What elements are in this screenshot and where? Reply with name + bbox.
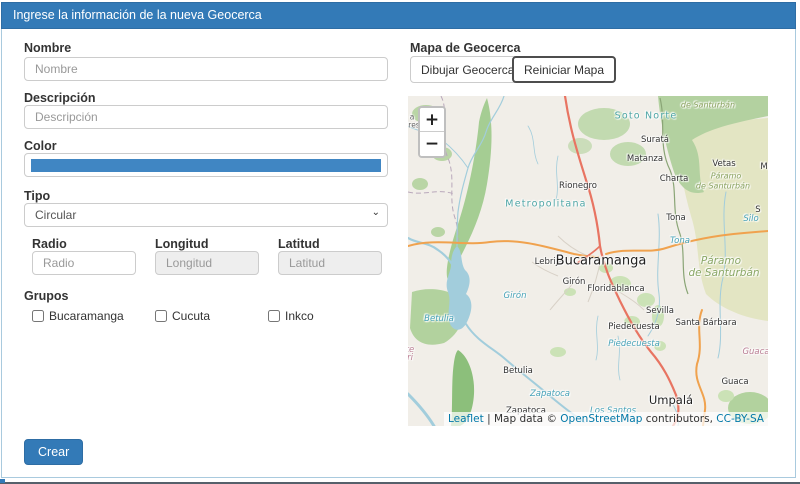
longitud-input	[155, 251, 259, 275]
nombre-input[interactable]	[24, 57, 388, 81]
map-place-label: Betulia	[424, 314, 454, 324]
map-place-label: Charta	[660, 174, 689, 184]
map-place-label: Tona	[666, 213, 686, 223]
reiniciar-mapa-button[interactable]: Reiniciar Mapa	[512, 56, 616, 83]
leaflet-link[interactable]: Leaflet	[448, 413, 484, 425]
map-place-label: de Santurbán	[681, 101, 735, 110]
map-attribution: Leaflet | Map data © OpenStreetMap contr…	[444, 412, 768, 426]
zoom-in-button[interactable]: +	[420, 108, 444, 132]
map-section-title: Mapa de Geocerca	[410, 41, 520, 55]
map-place-label: Rionegro	[559, 181, 597, 191]
map-labels: Soto Nortede SanturbánSuratáMatanzaVetas…	[408, 96, 768, 426]
zoom-out-button[interactable]: −	[420, 132, 444, 156]
leaflet-map[interactable]: Soto Nortede SanturbánSuratáMatanzaVetas…	[408, 96, 768, 426]
map-place-label: Girón	[563, 277, 586, 287]
checkbox-bucaramanga[interactable]: Bucaramanga	[32, 309, 124, 323]
map-place-label: Santa Bárbara	[675, 318, 736, 328]
color-label: Color	[24, 139, 57, 153]
longitud-label: Longitud	[155, 237, 208, 251]
latitud-label: Latitud	[278, 237, 320, 251]
map-place-label: Silo	[743, 214, 758, 224]
map-zoom-control: + −	[418, 106, 446, 158]
descripcion-input[interactable]	[24, 105, 388, 129]
map-place-label: Tona	[670, 236, 690, 246]
tipo-select[interactable]: Circular	[24, 203, 388, 227]
map-place-label: Umpalá	[649, 393, 693, 407]
tipo-label: Tipo	[24, 189, 50, 203]
map-place-label: de Santurbán	[688, 267, 759, 279]
map-place-label: Vetas	[712, 159, 735, 169]
map-place-label: Piedecuesta	[608, 339, 660, 349]
map-place-label: Matanza	[627, 154, 663, 164]
bucaramanga-checkbox[interactable]	[32, 310, 44, 322]
map-place-label: Floridablanca	[587, 284, 644, 294]
license-link[interactable]: CC-BY-SA	[716, 413, 764, 425]
cucuta-checkbox[interactable]	[155, 310, 167, 322]
map-place-label: de Santurbán	[696, 182, 750, 191]
map-place-label: Metropolitana	[505, 199, 586, 210]
map-place-label: Soto Norte	[615, 111, 678, 122]
map-place-label: Sevilla	[646, 306, 674, 316]
color-swatch	[31, 159, 381, 172]
map-place-label: Betulia	[503, 366, 533, 376]
dibujar-geocerca-button[interactable]: Dibujar Geocerca	[410, 56, 525, 83]
crear-button[interactable]: Crear	[24, 439, 83, 465]
color-input[interactable]	[24, 153, 388, 177]
map-place-label: M	[760, 162, 767, 172]
window-corner-chip	[0, 479, 5, 483]
map-place-label: Piedecuesta	[608, 322, 659, 332]
descripcion-label: Descripción	[24, 91, 96, 105]
checkbox-inkco[interactable]: Inkco	[268, 309, 314, 323]
openstreetmap-link[interactable]: OpenStreetMap	[560, 413, 642, 425]
nombre-label: Nombre	[24, 41, 71, 55]
latitud-input	[278, 251, 382, 275]
panel-title: Ingrese la información de la nueva Geoce…	[1, 2, 796, 29]
map-place-label: Guaca	[742, 347, 768, 357]
checkbox-cucuta[interactable]: Cucuta	[155, 309, 210, 323]
map-place-label: Bucaramanga	[556, 254, 647, 269]
map-place-label: Guaca	[721, 377, 748, 387]
grupos-label: Grupos	[24, 289, 68, 303]
map-place-label: Suratá	[641, 135, 669, 145]
geofence-panel: Ingrese la información de la nueva Geoce…	[1, 2, 796, 478]
map-place-label: Zapatoca	[530, 389, 570, 399]
radio-label: Radio	[32, 237, 67, 251]
map-place-label: Páramo	[701, 255, 741, 267]
inkco-checkbox[interactable]	[268, 310, 280, 322]
map-place-label: ri	[408, 353, 413, 363]
map-place-label: Girón	[503, 291, 526, 301]
radio-input[interactable]	[32, 251, 136, 275]
map-place-label: Páramo	[711, 172, 742, 181]
